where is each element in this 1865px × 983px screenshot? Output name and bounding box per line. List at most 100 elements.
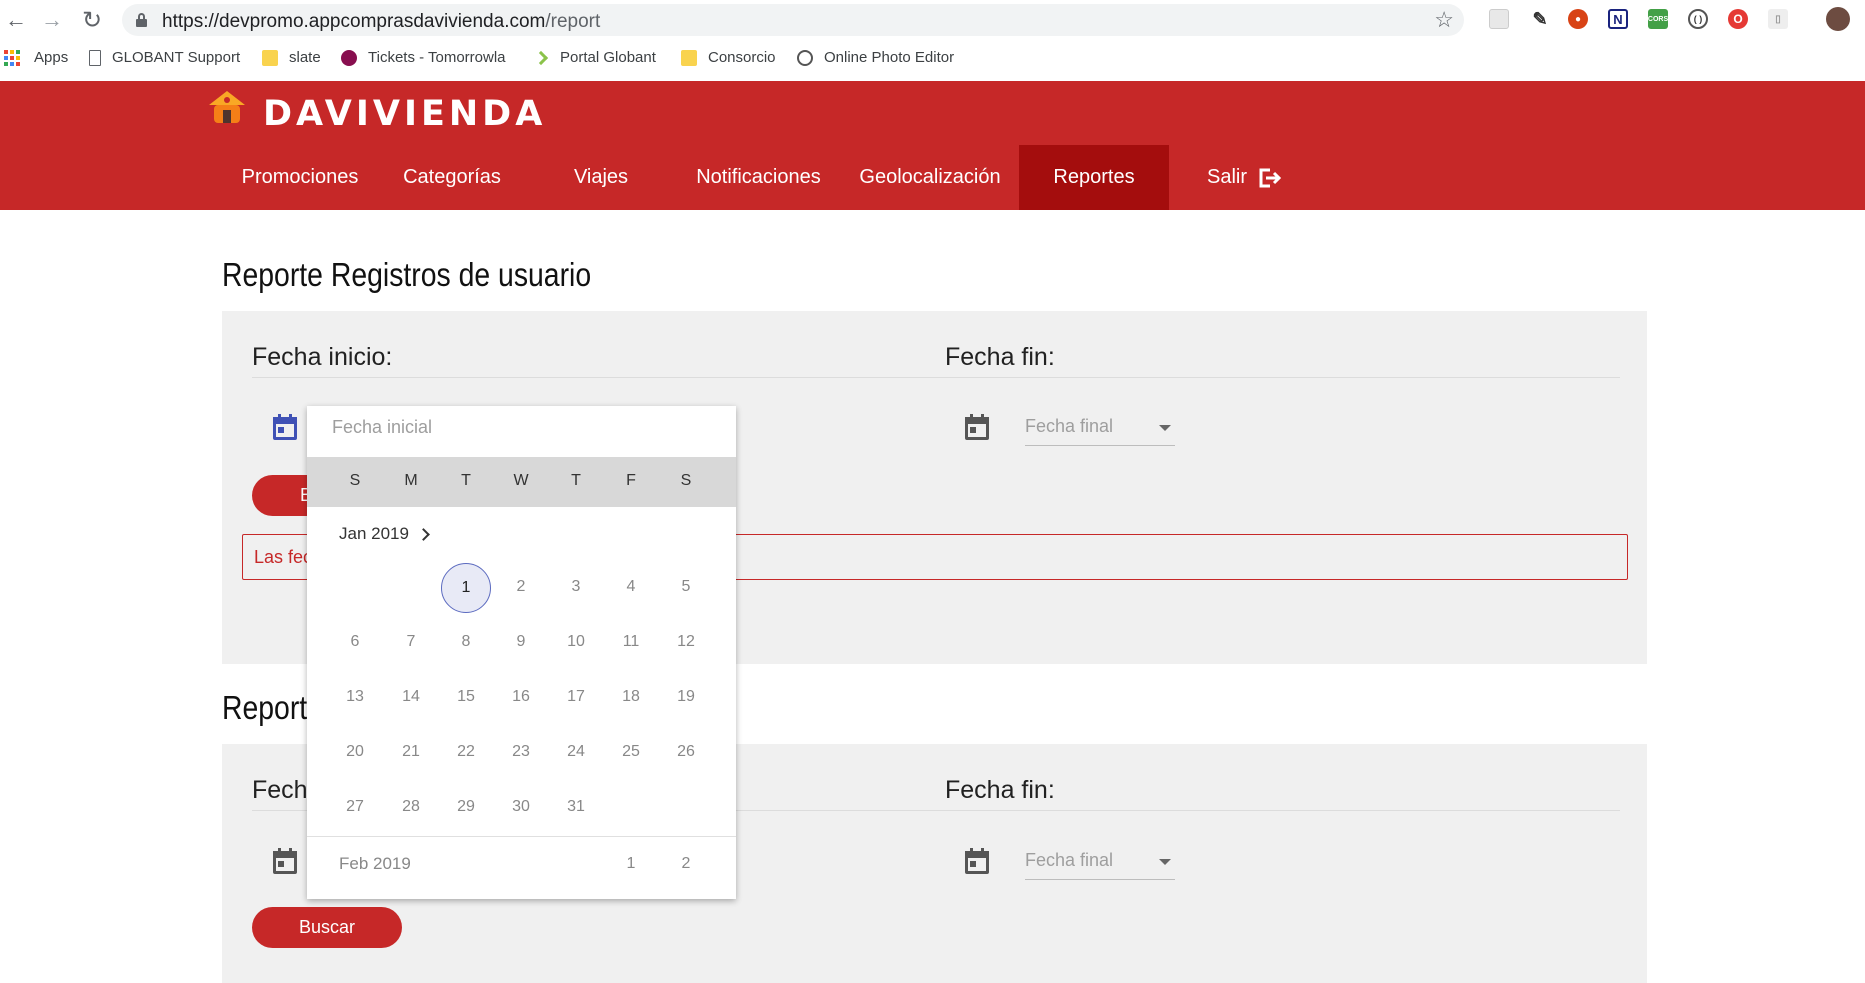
calendar-day[interactable]: 19 xyxy=(666,688,706,706)
end-date-select[interactable]: Fecha final xyxy=(1025,410,1175,446)
calendar-day-selected[interactable]: 1 xyxy=(441,563,491,613)
nav-reportes[interactable]: Reportes xyxy=(1019,145,1169,210)
calendar-icon[interactable] xyxy=(965,414,989,440)
url-path: /report xyxy=(545,11,601,32)
calendar-day[interactable]: 27 xyxy=(335,798,375,816)
calendar-day[interactable]: 2 xyxy=(666,855,706,873)
bookmark-slate[interactable]: slate xyxy=(262,49,321,66)
browser-chrome: ← → ↻ https://devpromo.appcomprasdavivie… xyxy=(0,0,1865,81)
bookmark-label: Online Photo Editor xyxy=(824,49,955,66)
profile-avatar[interactable] xyxy=(1826,7,1850,31)
calendar-icon[interactable] xyxy=(965,848,989,874)
weekday-label: W xyxy=(513,472,529,489)
nav-salir[interactable]: Salir xyxy=(1169,145,1319,210)
calendar-day[interactable]: 29 xyxy=(446,798,486,816)
opera-extension-icon[interactable]: O xyxy=(1728,9,1748,29)
back-arrow-icon[interactable]: ← xyxy=(2,6,30,34)
calendar-day[interactable]: 1 xyxy=(611,855,651,873)
nav-promociones[interactable]: Promociones xyxy=(222,145,378,210)
nav-geolocalizacion[interactable]: Geolocalización xyxy=(841,145,1019,210)
nav-categorias[interactable]: Categorías xyxy=(378,145,526,210)
address-bar[interactable]: https://devpromo.appcomprasdavivienda.co… xyxy=(122,4,1464,36)
nav-label: Salir xyxy=(1206,166,1247,188)
end-date-placeholder: Fecha final xyxy=(1025,850,1114,870)
bookmark-apps[interactable]: Apps xyxy=(4,49,68,66)
buscar-button[interactable]: Buscar xyxy=(252,907,402,948)
calendar-day[interactable]: 11 xyxy=(611,633,651,651)
bookmark-star-icon[interactable]: ☆ xyxy=(1434,7,1454,33)
calendar-day[interactable]: 3 xyxy=(556,578,596,596)
month-label[interactable]: Jan 2019 xyxy=(339,524,430,544)
extension-icon[interactable] xyxy=(1489,9,1509,29)
forward-arrow-icon[interactable]: → xyxy=(38,6,66,34)
calendar-day[interactable]: 13 xyxy=(335,688,375,706)
bookmark-globant-support[interactable]: GLOBANT Support xyxy=(89,49,240,66)
nav-label: Promociones xyxy=(241,166,359,188)
bookmark-tickets[interactable]: Tickets - Tomorrowla xyxy=(341,49,506,66)
cookie-extension-icon[interactable]: ● xyxy=(1568,9,1588,29)
calendar-icon[interactable] xyxy=(273,848,297,874)
next-month-text: Feb 2019 xyxy=(339,854,411,873)
apps-grid-icon xyxy=(4,49,20,66)
n-extension-icon[interactable]: N xyxy=(1608,9,1628,29)
calendar-day[interactable]: 21 xyxy=(391,743,431,761)
nav-viajes[interactable]: Viajes xyxy=(526,145,676,210)
calendar-day[interactable]: 31 xyxy=(556,798,596,816)
calendar-day[interactable]: 10 xyxy=(556,633,596,651)
lock-icon xyxy=(136,13,147,27)
calendar-day[interactable]: 22 xyxy=(446,743,486,761)
calendar-icon[interactable] xyxy=(273,414,297,440)
chevron-right-icon[interactable] xyxy=(417,527,430,541)
next-month-label: Feb 2019 xyxy=(339,854,411,874)
calendar-day[interactable]: 15 xyxy=(446,688,486,706)
bookmarks-bar: Apps GLOBANT Support slate Tickets - Tom… xyxy=(0,44,1865,74)
end-date-select[interactable]: Fecha final xyxy=(1025,844,1175,880)
calendar-day[interactable]: 16 xyxy=(501,688,541,706)
bookmark-portal-globant[interactable]: Portal Globant xyxy=(533,49,656,66)
weekday-label: T xyxy=(461,472,471,489)
calendar-day[interactable]: 17 xyxy=(556,688,596,706)
nav-notificaciones[interactable]: Notificaciones xyxy=(676,145,841,210)
calendar-day[interactable]: 4 xyxy=(611,578,651,596)
bookmark-consorcio[interactable]: Consorcio xyxy=(681,49,776,66)
nav-label: Geolocalización xyxy=(859,166,1001,188)
bookmark-label: Tickets - Tomorrowla xyxy=(368,49,506,66)
eyedropper-extension-icon[interactable]: ✎ xyxy=(1530,9,1550,29)
calendar-day[interactable]: 2 xyxy=(501,578,541,596)
circle-extension-icon[interactable]: ( ) xyxy=(1688,9,1708,29)
calendar-day[interactable]: 7 xyxy=(391,633,431,651)
reload-icon[interactable]: ↻ xyxy=(78,6,106,34)
house-logo-icon xyxy=(209,91,245,123)
calendar-day[interactable]: 18 xyxy=(611,688,651,706)
end-label-divider xyxy=(945,377,1620,378)
dropdown-caret-icon xyxy=(1159,859,1171,865)
calendar-day[interactable]: 14 xyxy=(391,688,431,706)
calendar-day[interactable]: 6 xyxy=(335,633,375,651)
end-label-divider xyxy=(945,810,1620,811)
calendar-day[interactable]: 5 xyxy=(666,578,706,596)
calendar-day[interactable]: 8 xyxy=(446,633,486,651)
month-divider xyxy=(307,836,736,837)
calendar-day[interactable]: 25 xyxy=(611,743,651,761)
section-title-registros: Reporte Registros de usuario xyxy=(222,256,592,293)
calendar-day[interactable]: 30 xyxy=(501,798,541,816)
calendar-day[interactable]: 28 xyxy=(391,798,431,816)
grey-extension-icon[interactable]: ▯ xyxy=(1768,9,1788,29)
calendar-day[interactable]: 26 xyxy=(666,743,706,761)
cors-extension-icon[interactable]: CORS xyxy=(1648,9,1668,29)
calendar-day[interactable]: 12 xyxy=(666,633,706,651)
bookmark-online-photo-editor[interactable]: Online Photo Editor xyxy=(797,49,954,66)
calendar-day[interactable]: 9 xyxy=(501,633,541,651)
site-header: DAVIVIENDA Promociones Categorías Viajes… xyxy=(0,81,1865,210)
calendar-day[interactable]: 23 xyxy=(501,743,541,761)
start-date-label: Fech xyxy=(252,776,308,804)
calendar-day[interactable]: 20 xyxy=(335,743,375,761)
start-date-placeholder[interactable]: Fecha inicial xyxy=(332,417,432,438)
calendar-day[interactable]: 24 xyxy=(556,743,596,761)
start-label-divider xyxy=(252,377,952,378)
nav-label: Categorías xyxy=(403,166,501,188)
weekday-label: M xyxy=(404,472,418,489)
davivienda-logo[interactable]: DAVIVIENDA xyxy=(207,87,542,134)
bookmark-label: slate xyxy=(289,49,321,66)
aperture-icon xyxy=(797,49,813,66)
